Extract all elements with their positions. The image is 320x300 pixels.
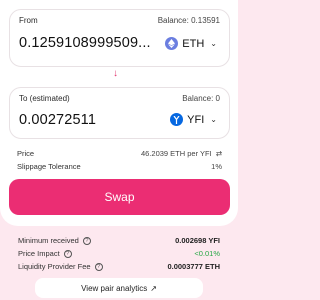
chevron-down-icon: ⌄ xyxy=(210,115,217,124)
yearn-icon xyxy=(170,113,184,126)
minimum-received-value: 0.002698 YFI xyxy=(175,236,220,245)
arrow-down-icon[interactable]: ↓ xyxy=(113,68,118,79)
to-amount-input[interactable]: 0.00272511 xyxy=(19,112,96,128)
price-impact-row: Price Impact ? <0.01% xyxy=(18,249,220,258)
minimum-received-label: Minimum received xyxy=(18,236,79,245)
slippage-row: Slippage Tolerance 1% xyxy=(17,162,222,171)
external-link-icon: ↗ xyxy=(150,283,157,293)
from-balance: Balance: 0.13591 xyxy=(157,16,220,25)
to-token-symbol: YFI xyxy=(187,113,205,126)
swap-button[interactable]: Swap xyxy=(9,179,230,215)
from-input-panel[interactable]: From Balance: 0.13591 0.1259108999509...… xyxy=(9,9,230,67)
from-amount-input[interactable]: 0.1259108999509... xyxy=(19,35,151,51)
liquidity-fee-value: 0.0003777 ETH xyxy=(167,262,220,271)
from-token-selector[interactable]: ETH ⌄ xyxy=(165,37,217,50)
slippage-label: Slippage Tolerance xyxy=(17,162,81,171)
price-impact-label: Price Impact xyxy=(18,249,60,258)
liquidity-fee-label: Liquidity Provider Fee xyxy=(18,262,91,271)
price-value: 46.2039 ETH per YFI xyxy=(140,149,212,158)
liquidity-fee-row: Liquidity Provider Fee ? 0.0003777 ETH xyxy=(18,262,220,271)
to-input-panel[interactable]: To (estimated) Balance: 0 0.00272511 YFI… xyxy=(9,87,230,139)
view-pair-analytics-button[interactable]: View pair analytics ↗ xyxy=(35,278,203,298)
from-token-symbol: ETH xyxy=(182,37,205,50)
ethereum-icon xyxy=(165,37,179,50)
to-balance: Balance: 0 xyxy=(182,94,220,103)
swap-card: From Balance: 0.13591 0.1259108999509...… xyxy=(0,0,238,226)
from-label: From xyxy=(19,16,38,25)
pair-analytics-label: View pair analytics xyxy=(81,283,148,293)
help-icon[interactable]: ? xyxy=(94,262,103,271)
price-label: Price xyxy=(17,149,35,158)
price-row: Price 46.2039 ETH per YFI ⇄ xyxy=(17,149,222,158)
minimum-received-row: Minimum received ? 0.002698 YFI xyxy=(18,236,220,245)
slippage-value: 1% xyxy=(211,162,222,171)
price-impact-value: <0.01% xyxy=(194,249,220,258)
to-label: To (estimated) xyxy=(19,94,70,103)
chevron-down-icon: ⌄ xyxy=(210,39,217,48)
help-icon[interactable]: ? xyxy=(82,236,91,245)
to-token-selector[interactable]: YFI ⌄ xyxy=(170,113,217,126)
refresh-icon[interactable]: ⇄ xyxy=(216,149,222,158)
help-icon[interactable]: ? xyxy=(63,249,72,258)
